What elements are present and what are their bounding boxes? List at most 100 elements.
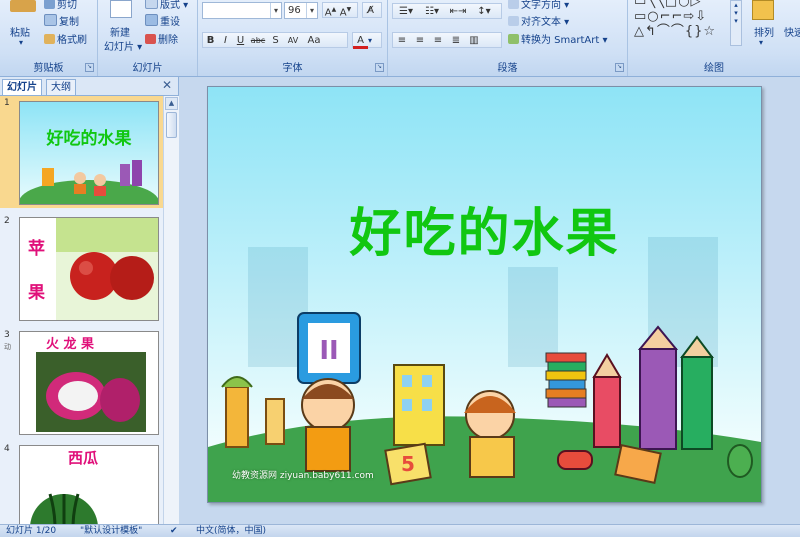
- underline-icon[interactable]: U: [233, 34, 248, 48]
- slide-number: 2: [4, 216, 10, 226]
- italic-icon[interactable]: I: [218, 34, 233, 48]
- indent-icon[interactable]: ⇤⇥: [445, 5, 471, 19]
- justify-icon[interactable]: ≣: [447, 34, 465, 48]
- font-color-dropdown-icon[interactable]: ▾: [368, 36, 372, 45]
- tab-outline[interactable]: 大纲: [46, 79, 76, 95]
- strikethrough-icon[interactable]: abc: [248, 34, 268, 48]
- numbering-icon[interactable]: ☷▾: [419, 5, 445, 19]
- clipboard-launcher-icon[interactable]: ↘: [85, 63, 94, 72]
- scroll-thumb[interactable]: [166, 112, 177, 138]
- apple-photo: [56, 218, 158, 320]
- status-bar: 幻灯片 1/20 "默认设计模板" ✔ 中文(简体，中国): [0, 524, 800, 537]
- delete-label: 删除: [158, 35, 178, 46]
- cut-button[interactable]: 剪切: [44, 0, 77, 11]
- align-left-icon[interactable]: ≡: [393, 34, 411, 48]
- grow-font-icon[interactable]: A▲: [323, 3, 338, 20]
- layout-button[interactable]: 版式 ▾: [145, 0, 188, 11]
- align-text-icon: [508, 16, 519, 26]
- thumbnail-image: 苹 果: [19, 217, 159, 321]
- text-direction-label: 文字方向: [521, 0, 561, 11]
- arrange-button[interactable]: 排列: [754, 24, 774, 39]
- list-toolbar: ☰▾ ☷▾ ⇤⇥ ↕▾: [392, 3, 502, 19]
- thumbnail-slide-4[interactable]: 4 西瓜: [0, 442, 163, 524]
- copy-button[interactable]: 复制: [44, 13, 79, 28]
- format-painter-button[interactable]: 格式刷: [44, 31, 87, 46]
- smartart-button[interactable]: 转换为 SmartArt ▾: [508, 31, 608, 46]
- slide-number: 4: [4, 444, 10, 454]
- columns-icon[interactable]: ▥: [465, 34, 483, 48]
- watermelon-photo: [30, 493, 98, 524]
- scroll-up-icon[interactable]: ▲: [165, 97, 178, 110]
- font-size-dropdown-icon[interactable]: ▾: [306, 3, 317, 18]
- shadow-icon[interactable]: S: [268, 34, 283, 48]
- slide-editor: II 5 好吃的水果 幼教资源网 ziyuan.baby611.com: [179, 77, 800, 524]
- paste-dropdown-icon[interactable]: ▾: [19, 38, 23, 47]
- new-slide-button[interactable]: 新建: [110, 24, 130, 39]
- new-slide-icon[interactable]: [110, 0, 132, 18]
- watermark-text: 幼教资源网 ziyuan.baby611.com: [232, 471, 374, 481]
- slide-count: 幻灯片 1/20: [6, 526, 57, 536]
- line-spacing-icon[interactable]: ↕▾: [471, 5, 497, 19]
- text-direction-button[interactable]: 文字方向 ▾: [508, 0, 569, 11]
- slide-number: 3: [4, 330, 10, 340]
- thumbnail-slide-1[interactable]: 1 好吃的水果: [0, 96, 163, 208]
- change-case-icon[interactable]: Aa: [303, 34, 325, 48]
- dragonfruit-photo: [36, 352, 146, 432]
- arrange-dropdown-icon[interactable]: ▾: [759, 38, 763, 47]
- reset-button[interactable]: 重设: [145, 13, 180, 28]
- quick-styles-button[interactable]: 快速: [784, 24, 800, 39]
- font-launcher-icon[interactable]: ↘: [375, 63, 384, 72]
- char-spacing-icon[interactable]: AV: [283, 34, 303, 48]
- paste-icon[interactable]: [10, 0, 36, 12]
- thumbnail-scrollbar[interactable]: ▲: [163, 96, 179, 524]
- shapes-scroll-icon[interactable]: ▴ ▾ ▾: [730, 0, 742, 46]
- slide-title[interactable]: 好吃的水果: [208, 191, 761, 266]
- paragraph-launcher-icon[interactable]: ↘: [615, 63, 624, 72]
- thumbnail-illustration: [20, 160, 158, 204]
- font-name-dropdown-icon[interactable]: ▾: [270, 3, 281, 18]
- clipboard-label: 剪贴板: [33, 63, 64, 74]
- font-name-combo[interactable]: ▾: [202, 2, 282, 19]
- thumbnail-list: 1 好吃的水果 2 苹 果 3 动 火 龙 果 4 西瓜: [0, 96, 163, 524]
- arrange-icon[interactable]: [752, 0, 774, 20]
- smartart-icon: [508, 34, 519, 44]
- thumbnail-title: 西瓜: [68, 449, 99, 467]
- bullets-icon[interactable]: ☰▾: [393, 5, 419, 19]
- paragraph-group: ☰▾ ☷▾ ⇤⇥ ↕▾ 文字方向 ▾ 对齐文本 ▾ ≡ ≡ ≡ ≣ ▥ 转换为 SmartAr…: [388, 0, 628, 76]
- shrink-font-icon[interactable]: A▼: [338, 3, 353, 20]
- smartart-label: 转换为 SmartArt: [521, 35, 600, 46]
- shapes-gallery[interactable]: ▭╲╲□○▷ ▭○⌐⌐⇨⇩ △↰⌒⌒{}☆: [634, 0, 716, 39]
- delete-button[interactable]: 删除: [145, 31, 178, 46]
- new-slide-button-line2[interactable]: 幻灯片 ▾: [104, 38, 142, 53]
- delete-icon: [145, 34, 156, 44]
- drawing-label: 绘图: [704, 63, 724, 74]
- layout-label: 版式: [160, 0, 180, 11]
- thumbnail-slide-2[interactable]: 2 苹 果: [0, 214, 163, 324]
- ribbon: 粘贴 ▾ 剪切 复制 格式刷 剪贴板 ↘ 新建 幻灯片 ▾ 版式 ▾ 重设 删除…: [0, 0, 800, 77]
- bold-icon[interactable]: B: [203, 34, 218, 48]
- align-text-button[interactable]: 对齐文本 ▾: [508, 13, 569, 28]
- theme-name[interactable]: "默认设计模板": [80, 525, 142, 537]
- font-size-combo[interactable]: 96 ▾: [284, 2, 318, 19]
- font-group: ▾ 96 ▾ A▲ A▼ A̸ B I Uabc S AV Aa A ▾ 字体 ↘: [198, 0, 388, 76]
- font-size-value: 96: [288, 5, 301, 16]
- slides-panel: 幻灯片 大纲 ✕ 1 好吃的水果 2 苹 果 3 动 火 龙 果 4 西瓜 ▲: [0, 77, 179, 524]
- spell-check-icon[interactable]: ✔: [170, 525, 178, 537]
- thumbnail-slide-3[interactable]: 3 动 火 龙 果: [0, 328, 163, 438]
- font-label: 字体: [282, 63, 303, 74]
- align-center-icon[interactable]: ≡: [411, 34, 429, 48]
- reset-icon: [145, 14, 158, 26]
- font-style-toolbar: B I Uabc S AV Aa: [202, 32, 348, 48]
- close-panel-icon[interactable]: ✕: [162, 78, 172, 92]
- language[interactable]: 中文(简体，中国): [196, 525, 266, 537]
- current-slide[interactable]: II 5 好吃的水果 幼教资源网 ziyuan.baby611.com: [207, 86, 762, 503]
- font-color-button[interactable]: A ▾: [352, 32, 382, 49]
- clipboard-group: 粘贴 ▾ 剪切 复制 格式刷 剪贴板 ↘: [0, 0, 98, 76]
- tab-slides[interactable]: 幻灯片: [2, 79, 42, 95]
- animation-marker: 动: [4, 343, 11, 351]
- thumbnail-title-char-1: 苹: [28, 239, 45, 259]
- paste-button[interactable]: 粘贴: [10, 24, 30, 39]
- align-right-icon[interactable]: ≡: [429, 34, 447, 48]
- reset-label: 重设: [160, 17, 180, 28]
- clear-format-button[interactable]: A̸: [362, 2, 382, 18]
